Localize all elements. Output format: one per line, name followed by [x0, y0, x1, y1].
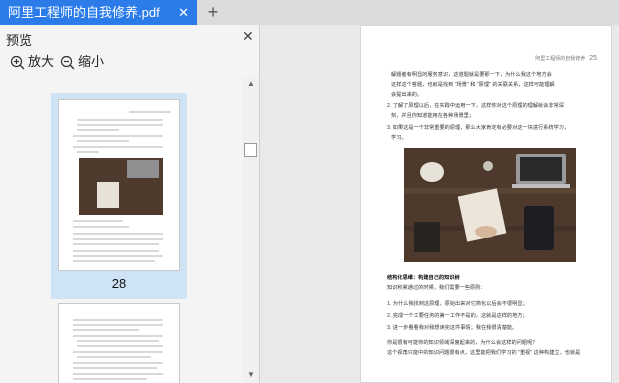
tab-document[interactable]: 阿里工程师的自我修养.pdf ✕ [0, 0, 197, 25]
thumbnail-list: 28 [0, 77, 243, 383]
text-line: 2. 了解了原理以后，在实践中运用一下，这样你对这个原理的理解就会非常深 [387, 103, 564, 109]
panel-title: 预览 [6, 33, 33, 48]
thumbnail-page-28[interactable] [58, 99, 180, 271]
close-icon[interactable]: ✕ [178, 0, 189, 25]
text-line: 这个视角只能中的知识问题很有点，这里能把我们学习的 "重视" 这种构建立，也就是 [387, 350, 581, 356]
text-line: 你是很有可能你的知识领域深度起来的，为什么会这样的问题呢？ [387, 340, 538, 346]
desk-image [404, 148, 576, 262]
scroll-up-icon[interactable]: ▲ [247, 79, 255, 88]
new-tab-button[interactable]: + [203, 0, 223, 25]
zoom-in-icon [10, 55, 25, 70]
page-header-title: 阿里工程师的自我修养 [535, 56, 586, 62]
text-line: 学习。 [391, 135, 407, 141]
document-page: 阿里工程师的自我修养 25 解题者有明显的服务意识，这道题就是要那一下，为什么我这… [360, 25, 612, 383]
zoom-toolbar: 放大 缩小 [0, 49, 260, 75]
document-viewer[interactable]: 阿里工程师的自我修养 25 解题者有明显的服务意识，这道题就是要那一下，为什么我这… [261, 25, 619, 383]
thumbnail-scrollbar[interactable]: ▲ ▼ [243, 77, 259, 383]
page-header-number: 25 [589, 55, 597, 62]
text-line: 解题者有明显的服务意识，这道题就是要那一下，为什么我这个地方会 [391, 72, 552, 78]
close-panel-icon[interactable]: ✕ [242, 28, 254, 45]
thumbnail-page-preview [73, 111, 171, 262]
text-line: 刻，并且你知道能用在各种场景里； [391, 113, 475, 119]
thumbnail-page-preview-next [73, 319, 163, 380]
scrollbar-thumb[interactable] [244, 143, 257, 157]
tab-bar: 阿里工程师的自我修养.pdf ✕ + [0, 0, 619, 25]
zoom-out-label: 缩小 [78, 54, 105, 69]
photo-desk [404, 148, 576, 262]
section-subtitle: 知识积累通过的时候，我们需要一些原则： [387, 285, 486, 291]
section-title: 结构化思维：构建自己的知识树 [387, 275, 460, 281]
thumbnail-page-29[interactable] [58, 303, 180, 383]
list-item: 3. 进一步看看我对我想读完这件事情；我在我很清楚能。 [387, 325, 518, 331]
list-item: 2. 完成一个工要任务的第一工作不是的，这就是这样的地方； [387, 313, 528, 319]
preview-panel: 预览 ✕ 放大 缩小 28 ▲ ▼ [0, 25, 260, 383]
text-line: 3. 如果这是一个非常重要的原理，那么大家肯定有必要对这一块进行系统学习， [387, 125, 570, 131]
page-header: 阿里工程师的自我修养 25 [535, 55, 597, 62]
scroll-down-icon[interactable]: ▼ [247, 370, 255, 379]
tab-title: 阿里工程师的自我修养.pdf [8, 5, 160, 20]
list-item: 1. 为什么我找到这原理，原始出来对它简化以后会不很明显； [387, 301, 528, 307]
text-line: 会提出来的。 [391, 92, 423, 98]
zoom-out-button[interactable]: 缩小 [60, 53, 104, 71]
zoom-in-button[interactable]: 放大 [10, 53, 54, 71]
text-line: 这样这个答题，也就是找到 "场景" 和 "原理" 的关联关系，这样可能理解 [391, 82, 555, 88]
thumbnail-page-number: 28 [111, 276, 127, 291]
zoom-in-label: 放大 [28, 54, 55, 69]
zoom-out-icon [60, 55, 75, 70]
